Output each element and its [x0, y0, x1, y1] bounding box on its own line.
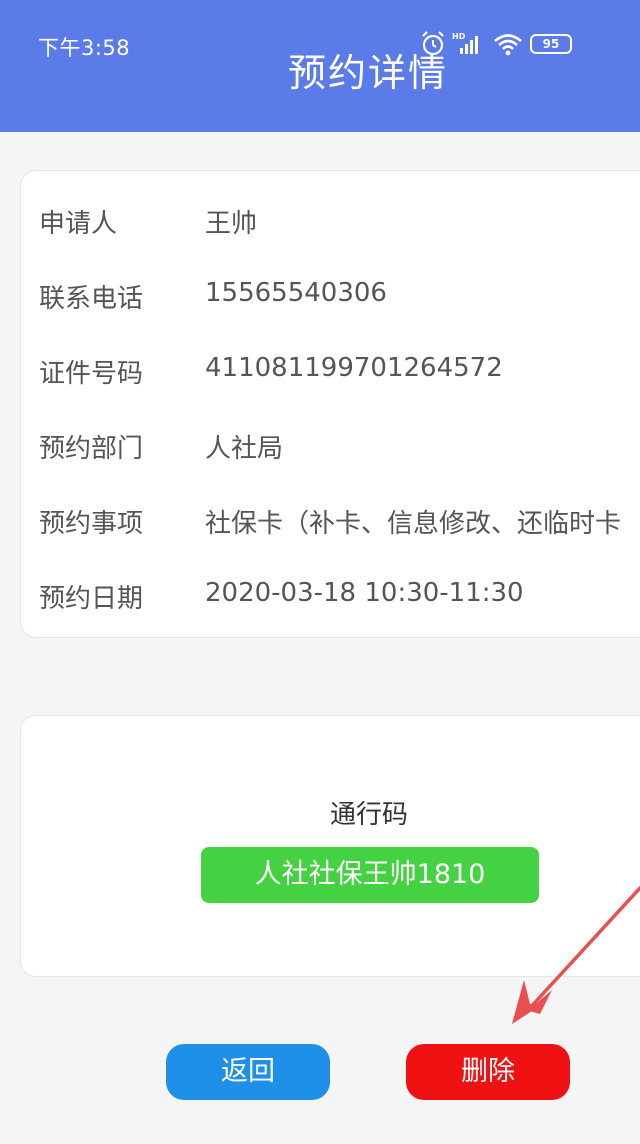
detail-value: 411081199701264572 — [205, 353, 503, 383]
pass-code-card: 通行码 人社社保王帅1810 — [20, 715, 640, 977]
detail-label: 预约部门 — [39, 434, 144, 464]
svg-text:HD: HD — [452, 32, 466, 41]
detail-row-applicant: 申请人 王帅 — [21, 203, 640, 243]
detail-row-service: 预约事项 社保卡（补卡、信息修改、还临时卡 — [21, 503, 640, 543]
detail-label: 联系电话 — [39, 284, 144, 314]
detail-row-id-number: 证件号码 411081199701264572 — [21, 353, 640, 393]
app-header: 下午3:58 HD 95 预约详情 — [0, 0, 640, 132]
detail-row-phone: 联系电话 15565540306 — [21, 278, 640, 318]
detail-value: 王帅 — [205, 209, 258, 239]
detail-row-date: 预约日期 2020-03-18 10:30-11:30 — [21, 578, 640, 618]
detail-label: 预约日期 — [39, 584, 144, 614]
detail-row-department: 预约部门 人社局 — [21, 428, 640, 468]
detail-label: 预约事项 — [39, 509, 144, 539]
detail-label: 申请人 — [39, 209, 118, 239]
pass-code-title: 通行码 — [329, 800, 408, 830]
detail-value: 2020-03-18 10:30-11:30 — [205, 578, 524, 608]
detail-value: 人社局 — [205, 434, 284, 464]
detail-value: 15565540306 — [205, 278, 387, 308]
back-button[interactable]: 返回 — [166, 1044, 330, 1100]
detail-value: 社保卡（补卡、信息修改、还临时卡 — [205, 509, 622, 539]
detail-label: 证件号码 — [39, 359, 144, 389]
pass-code-badge: 人社社保王帅1810 — [201, 847, 539, 903]
appointment-info-card: 申请人 王帅 联系电话 15565540306 证件号码 41108119970… — [20, 170, 640, 638]
page-title: 预约详情 — [287, 51, 448, 95]
delete-button[interactable]: 删除 — [406, 1044, 570, 1100]
